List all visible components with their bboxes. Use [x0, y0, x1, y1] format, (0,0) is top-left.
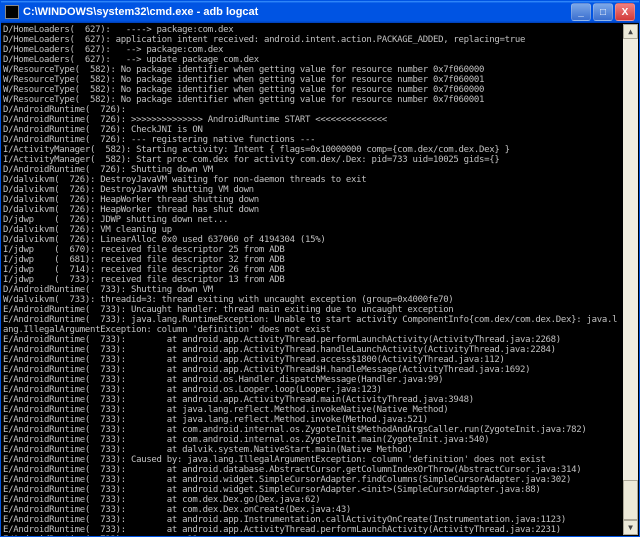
cmd-icon — [5, 5, 19, 19]
titlebar[interactable]: C:\WINDOWS\system32\cmd.exe - adb logcat… — [1, 1, 639, 23]
minimize-button[interactable]: _ — [571, 3, 591, 21]
maximize-button[interactable]: □ — [593, 3, 613, 21]
console-output[interactable]: D/HomeLoaders( 627): ----> package:com.d… — [1, 23, 639, 536]
scroll-up-button[interactable]: ▲ — [623, 24, 638, 39]
scroll-thumb[interactable] — [623, 480, 638, 520]
terminal-window: C:\WINDOWS\system32\cmd.exe - adb logcat… — [0, 0, 640, 537]
scroll-down-button[interactable]: ▼ — [623, 520, 638, 535]
close-button[interactable]: X — [615, 3, 635, 21]
vertical-scrollbar[interactable]: ▲ ▼ — [623, 24, 638, 535]
window-title: C:\WINDOWS\system32\cmd.exe - adb logcat — [23, 6, 567, 18]
scroll-track[interactable] — [623, 39, 638, 520]
window-controls: _ □ X — [571, 3, 635, 21]
